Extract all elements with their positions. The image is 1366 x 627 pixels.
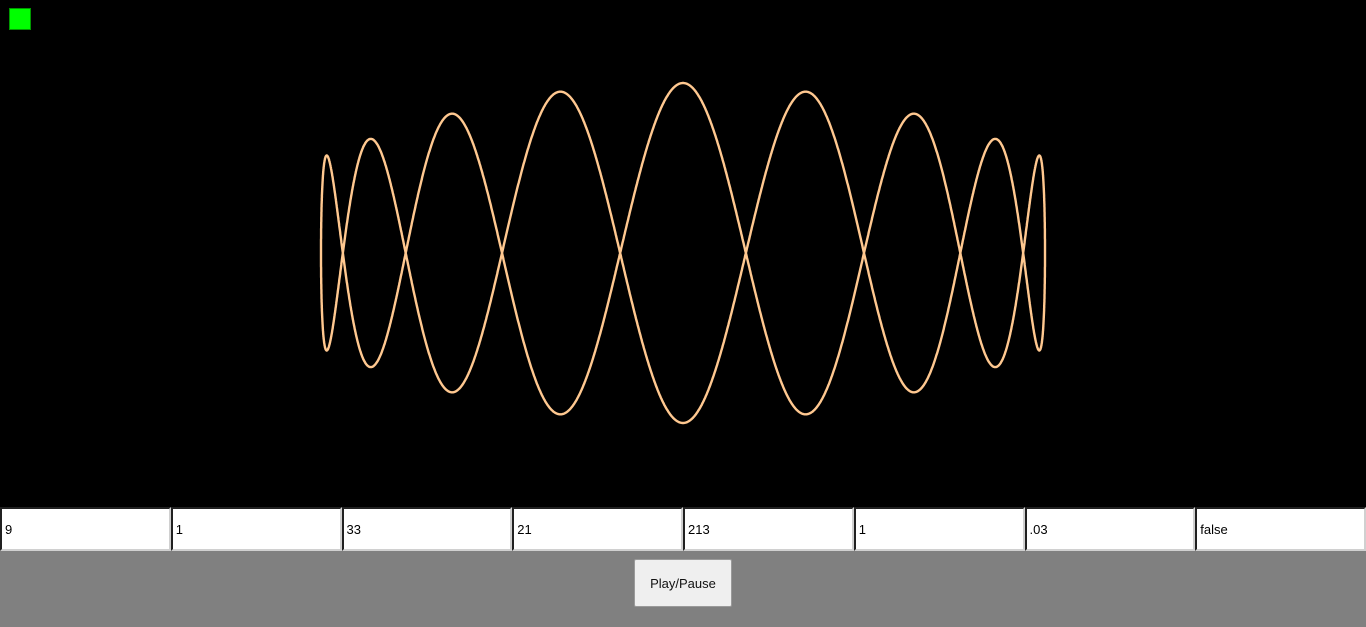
param-input-4[interactable] [512, 507, 683, 551]
parameter-inputs [0, 507, 1366, 551]
controls-bar: Play/Pause [0, 551, 1366, 627]
param-input-2[interactable] [170, 507, 342, 551]
drawing-canvas [0, 0, 1366, 507]
curve-path [319, 81, 1047, 425]
param-input-5[interactable] [683, 507, 854, 551]
param-input-8[interactable] [1195, 507, 1366, 551]
param-input-6[interactable] [853, 507, 1025, 551]
harmonograph-curve [319, 81, 1047, 425]
param-input-3[interactable] [341, 507, 513, 551]
param-input-7[interactable] [1024, 507, 1196, 551]
status-indicator[interactable] [9, 8, 31, 30]
play-pause-button[interactable]: Play/Pause [634, 559, 732, 607]
param-input-1[interactable] [0, 507, 171, 551]
